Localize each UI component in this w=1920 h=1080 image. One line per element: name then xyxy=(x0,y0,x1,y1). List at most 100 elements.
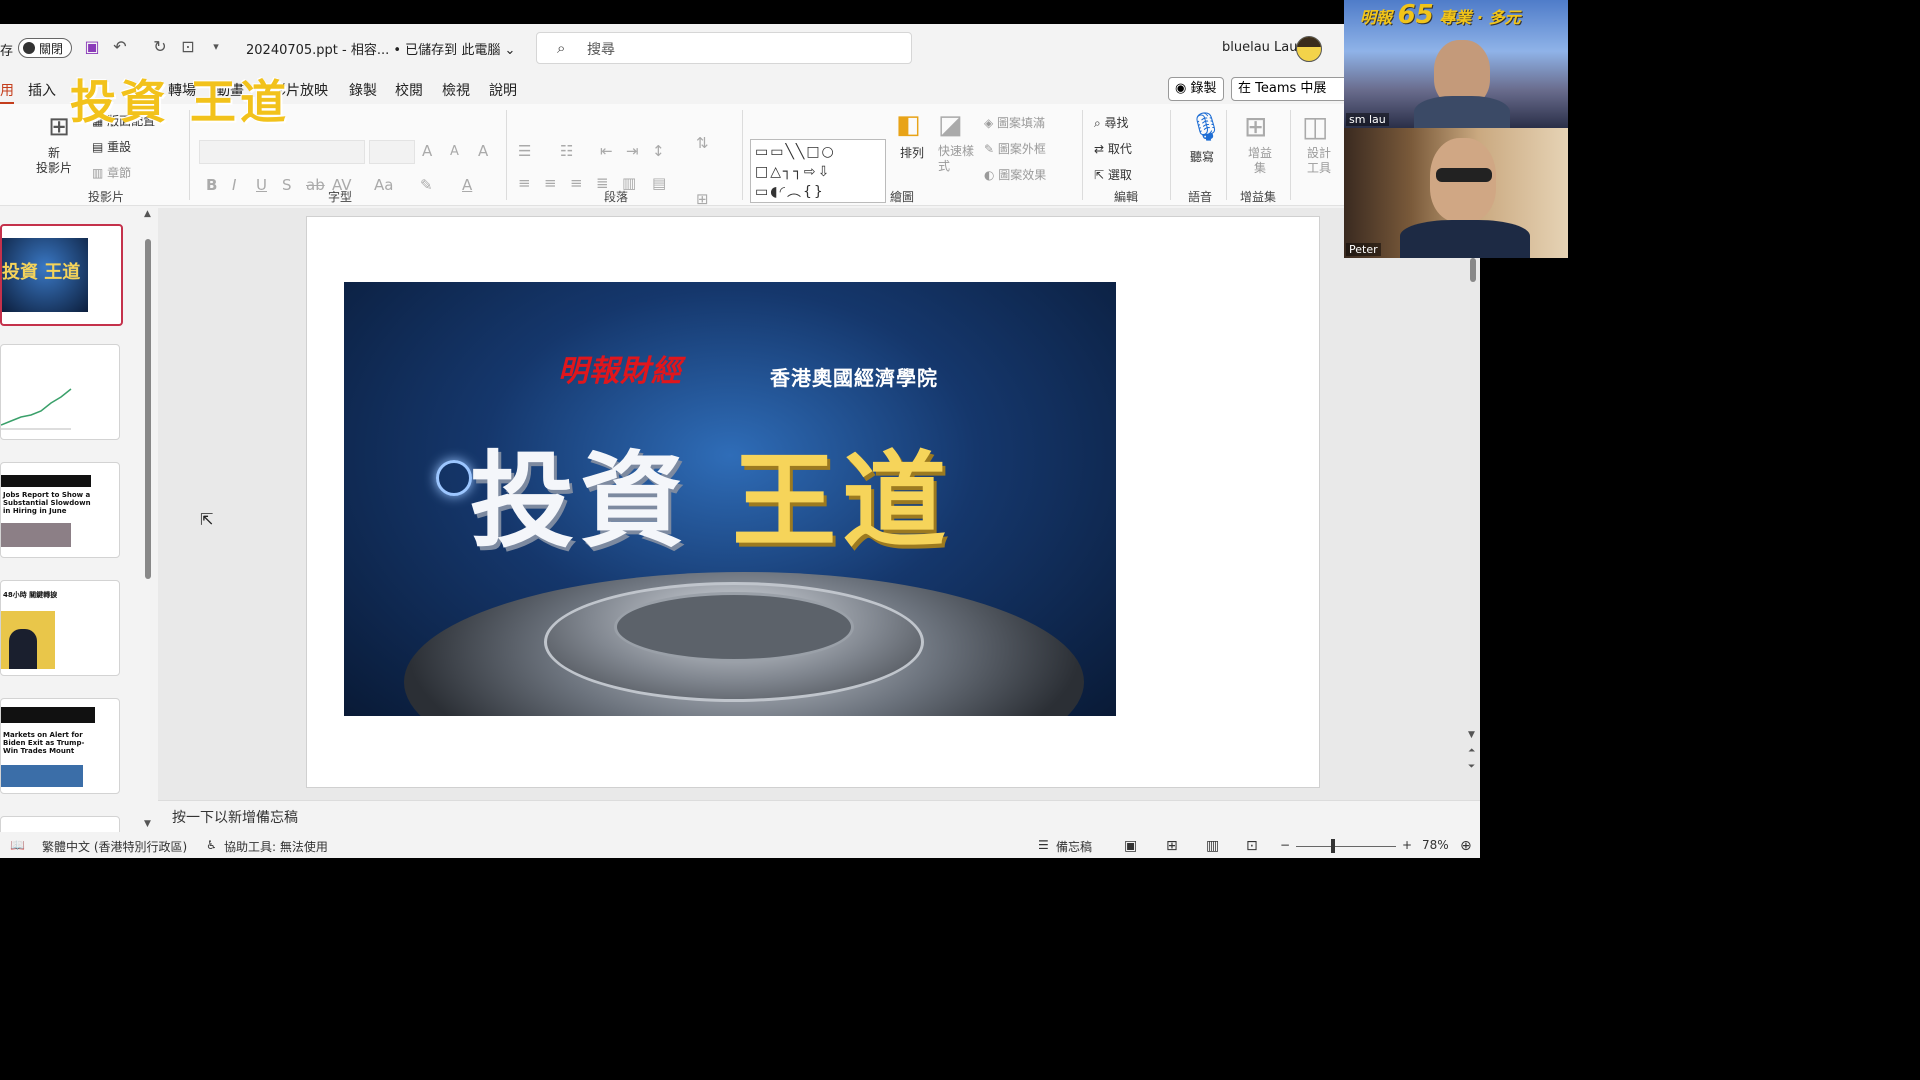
replace-button[interactable]: ⇄ 取代 xyxy=(1094,140,1132,157)
tab-view[interactable]: 檢視 xyxy=(442,80,470,100)
zoom-slider-knob[interactable] xyxy=(1331,839,1335,853)
save-icon[interactable]: ▣ xyxy=(82,37,102,57)
slide-thumbnail[interactable]: 48小時 關鍵轉捩 xyxy=(0,580,120,676)
accessibility-status[interactable]: 協助工具: 無法使用 xyxy=(224,838,328,855)
section-button[interactable]: ▥ 章節 xyxy=(92,164,131,181)
document-title[interactable]: 20240705.ppt - 相容... • 已儲存到 此電腦 ⌄ xyxy=(246,39,515,58)
zoom-out-icon[interactable]: − xyxy=(1280,838,1290,852)
notes-icon[interactable]: ☰ xyxy=(1038,838,1049,852)
change-case-icon[interactable]: Aa xyxy=(374,176,393,194)
text-direction-icon[interactable]: ⇅ xyxy=(696,134,709,152)
customize-qat-icon[interactable]: ▾ xyxy=(206,37,226,57)
reading-view-icon[interactable]: ▥ xyxy=(1206,838,1219,854)
reset-button[interactable]: ▤ 重設 xyxy=(92,138,131,155)
slide-sorter-icon[interactable]: ⊞ xyxy=(1166,838,1178,854)
language-status[interactable]: 繁體中文 (香港特別行政區) xyxy=(42,838,187,855)
zoom-slider[interactable] xyxy=(1296,846,1396,847)
slide-thumbnail[interactable]: Jobs Report to Show a Substantial Slowdo… xyxy=(0,462,120,558)
font-size-input[interactable] xyxy=(369,140,415,164)
arrange-icon[interactable]: ◧ xyxy=(896,110,921,140)
autosave-toggle[interactable]: 關閉 xyxy=(18,38,72,58)
shadow-icon[interactable]: S xyxy=(282,176,292,194)
increase-font-icon[interactable]: A xyxy=(422,142,432,160)
account-name[interactable]: bluelau Lau xyxy=(1222,40,1298,55)
slide-scrollbar[interactable]: ▼ ⏶ ⏷ xyxy=(1466,208,1480,800)
numbering-icon[interactable]: ☷ xyxy=(560,142,573,160)
video-tile-participant-1[interactable]: 明報 65 專業 · 多元 sm lau xyxy=(1344,0,1568,128)
bullets-icon[interactable]: ☰ xyxy=(518,142,531,160)
align-left-icon[interactable]: ≡ xyxy=(518,174,531,192)
addins-button-label[interactable]: 增益集 xyxy=(1248,146,1272,176)
dictate-label[interactable]: 聽寫 xyxy=(1190,148,1214,165)
quick-styles-icon[interactable]: ◪ xyxy=(938,110,963,140)
underline-icon[interactable]: U xyxy=(256,176,267,194)
microphone-icon[interactable]: 🎙 xyxy=(1188,110,1224,143)
scroll-down-icon[interactable]: ▼ xyxy=(1468,730,1475,740)
undo-icon[interactable]: ↶ xyxy=(110,37,130,57)
clear-format-icon[interactable]: A xyxy=(478,142,488,160)
quick-styles-label[interactable]: 快速樣式 xyxy=(938,144,978,174)
thumbnail-scrollbar[interactable]: ▲ ▼ xyxy=(144,209,151,831)
designer-label[interactable]: 設計工具 xyxy=(1306,146,1332,176)
slide-title-image[interactable]: 明報財經 香港奧國經濟學院 投資 王道 xyxy=(344,282,1116,716)
bold-icon[interactable]: B xyxy=(206,176,217,194)
zoom-in-icon[interactable]: + xyxy=(1402,838,1412,852)
scrollbar-thumb[interactable] xyxy=(145,239,151,579)
addins-icon[interactable]: ⊞ xyxy=(1244,110,1267,143)
present-in-teams-button[interactable]: 在 Teams 中展 xyxy=(1231,77,1351,101)
zoom-level[interactable]: 78% xyxy=(1422,838,1449,852)
notes-toggle[interactable]: 備忘稿 xyxy=(1056,838,1092,855)
new-slide-button[interactable]: 新 投影片 xyxy=(36,146,72,176)
shape-fill-button[interactable]: ◈ 圖案填滿 xyxy=(984,114,1045,131)
next-slide-icon[interactable]: ⏷ xyxy=(1468,762,1475,772)
font-color-icon[interactable]: A xyxy=(462,176,472,194)
tab-help[interactable]: 說明 xyxy=(489,80,517,100)
tab-review[interactable]: 校閱 xyxy=(395,80,423,100)
align-right-icon[interactable]: ≡ xyxy=(570,174,583,192)
highlight-icon[interactable]: ✎ xyxy=(420,176,433,194)
accessibility-icon[interactable]: ♿ xyxy=(206,838,217,852)
slide-thumbnail[interactable] xyxy=(0,344,120,440)
italic-icon[interactable]: I xyxy=(232,176,236,194)
tab-record[interactable]: 錄製 xyxy=(349,80,377,100)
align-center-icon[interactable]: ≡ xyxy=(544,174,557,192)
notes-pane[interactable]: 按一下以新增備忘稿 xyxy=(158,800,1480,830)
ribbon-separator xyxy=(1226,110,1227,200)
slideshow-view-icon[interactable]: ⊡ xyxy=(1246,838,1258,854)
section-label: 章節 xyxy=(107,166,132,180)
record-button[interactable]: ◉ 錄製 xyxy=(1168,77,1224,101)
fit-slide-icon[interactable]: ⊕ xyxy=(1460,838,1472,854)
present-icon[interactable]: ⊡ xyxy=(178,37,198,57)
scroll-up-icon[interactable]: ▲ xyxy=(144,209,151,219)
increase-indent-icon[interactable]: ⇥ xyxy=(626,142,639,160)
previous-slide-icon[interactable]: ⏶ xyxy=(1468,746,1475,756)
columns-icon[interactable]: ▤ xyxy=(652,174,666,192)
shape-effects-button[interactable]: ◐ 圖案效果 xyxy=(984,166,1046,183)
search-icon: ⌕ xyxy=(557,39,566,57)
find-button[interactable]: ⌕ 尋找 xyxy=(1094,114,1129,131)
slide-thumbnail[interactable]: Markets on Alert for Biden Exit as Trump… xyxy=(0,698,120,794)
line-spacing-icon[interactable]: ↕ xyxy=(652,142,665,160)
video-tile-participant-2[interactable]: Peter xyxy=(1344,128,1568,258)
scrollbar-thumb[interactable] xyxy=(1470,258,1476,282)
strikethrough-icon[interactable]: ab xyxy=(306,176,325,194)
avatar[interactable] xyxy=(1296,36,1322,62)
smartart-icon[interactable]: ⊞ xyxy=(696,190,709,208)
designer-icon[interactable]: ◫ xyxy=(1302,110,1328,143)
shape-outline-button[interactable]: ✎ 圖案外框 xyxy=(984,140,1046,157)
arrange-label[interactable]: 排列 xyxy=(900,144,924,161)
tab-insert[interactable]: 插入 xyxy=(28,80,56,100)
search-input[interactable]: ⌕ 搜尋 xyxy=(536,32,912,64)
scroll-down-icon[interactable]: ▼ xyxy=(144,819,151,829)
decrease-indent-icon[interactable]: ⇤ xyxy=(600,142,613,160)
redo-icon[interactable]: ↻ xyxy=(150,37,170,57)
decrease-font-icon[interactable]: A xyxy=(450,144,459,159)
normal-view-icon[interactable]: ▣ xyxy=(1124,838,1137,854)
thumbnail-person xyxy=(9,629,37,669)
shapes-gallery[interactable]: ▭▭╲╲□○ □△┐┐⇨⇩ ▭◖◜︵{} xyxy=(750,139,886,203)
tab-home[interactable]: 用 xyxy=(0,80,14,105)
slide-thumbnail[interactable]: 投資 王道 xyxy=(0,224,123,326)
select-button[interactable]: ⇱ 選取 xyxy=(1094,166,1132,183)
spelling-icon[interactable]: 📖 xyxy=(10,838,25,852)
font-name-input[interactable] xyxy=(199,140,365,164)
